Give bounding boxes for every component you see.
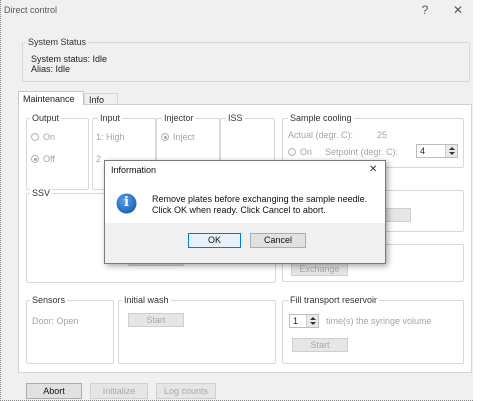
- sensors-title: Sensors: [30, 295, 68, 305]
- close-window-button[interactable]: ✕: [451, 4, 465, 16]
- output-on-label: On: [43, 132, 56, 142]
- arrow-up-icon[interactable]: [449, 147, 455, 150]
- fill-times-spin-buttons[interactable]: [306, 315, 318, 327]
- setpoint-label: Setpoint (degr. C):: [325, 147, 399, 157]
- fill-times-value: 1: [293, 316, 299, 326]
- fill-times-stepper[interactable]: 1: [289, 314, 319, 328]
- arrow-down-icon[interactable]: [310, 322, 316, 325]
- initialize-button[interactable]: Initialize: [90, 383, 148, 399]
- fill-reservoir-start-button[interactable]: Start: [292, 338, 348, 352]
- dialog-message-line2: Click OK when ready. Click Cancel to abo…: [152, 205, 326, 215]
- door-status: Door: Open: [32, 316, 79, 326]
- dialog-title: Information: [111, 165, 157, 175]
- dialog-message-line1: Remove plates before exchanging the samp…: [152, 194, 368, 204]
- actual-temp-label: Actual (degr. C):: [288, 130, 354, 140]
- log-counts-button[interactable]: Log counts: [156, 383, 216, 399]
- output-off-label: Off: [43, 154, 55, 164]
- sample-cooling-title: Sample cooling: [288, 113, 354, 123]
- ssv-title: SSV: [30, 188, 53, 198]
- dialog-button-area: [105, 223, 385, 263]
- dialog-close-button[interactable]: ✕: [369, 164, 377, 175]
- ok-button[interactable]: OK: [188, 233, 241, 248]
- cooling-on-label: On: [300, 147, 313, 157]
- fill-times-label: time(s) the syringe volume: [326, 316, 432, 326]
- sensors-group: [26, 300, 114, 364]
- system-status-text: System status: Idle: [31, 54, 108, 64]
- output-off-radio[interactable]: [31, 155, 39, 163]
- arrow-down-icon[interactable]: [449, 152, 455, 155]
- fill-reservoir-title: Fill transport reservoir: [288, 295, 380, 305]
- exchange-button[interactable]: Exchange: [291, 262, 348, 276]
- tab-info[interactable]: Info: [84, 93, 118, 105]
- abort-button[interactable]: Abort: [26, 383, 82, 399]
- output-on-radio[interactable]: [31, 133, 39, 141]
- information-dialog: Information ✕ i Remove plates before exc…: [104, 160, 386, 264]
- window-title: Direct control: [4, 5, 58, 15]
- setpoint-value: 4: [420, 146, 426, 156]
- cooling-on-radio[interactable]: [288, 148, 296, 156]
- fill-reservoir-group: [282, 300, 464, 364]
- injector-inject-radio[interactable]: [161, 133, 169, 141]
- help-button[interactable]: ?: [418, 4, 432, 16]
- alias-text: Alias: Idle: [31, 64, 71, 74]
- setpoint-stepper[interactable]: 4: [416, 144, 458, 158]
- tab-info-label: Info: [89, 95, 105, 105]
- input-title: Input: [98, 113, 123, 123]
- input-second-label: 2: [96, 154, 102, 164]
- actual-temp-value: 25: [377, 130, 388, 140]
- injector-inject-label: Inject: [173, 132, 195, 142]
- output-group: [26, 118, 89, 190]
- info-icon-glyph: i: [124, 195, 129, 210]
- system-status-title: System Status: [26, 37, 89, 47]
- initial-wash-group: [118, 300, 276, 364]
- initial-wash-start-button[interactable]: Start: [128, 313, 184, 327]
- information-icon: i: [116, 193, 137, 214]
- tab-maintenance[interactable]: Maintenance: [18, 91, 84, 105]
- input-high-label: 1: High: [96, 132, 125, 142]
- setpoint-spin-buttons[interactable]: [445, 145, 457, 157]
- initial-wash-title: Initial wash: [122, 295, 171, 305]
- output-title: Output: [30, 113, 62, 123]
- injector-title: Injector: [162, 113, 196, 123]
- arrow-up-icon[interactable]: [310, 317, 316, 320]
- dialog-titlebar: Information ✕: [105, 161, 385, 179]
- cancel-button[interactable]: Cancel: [250, 233, 306, 248]
- tab-maintenance-label: Maintenance: [23, 94, 75, 104]
- iss-title: ISS: [226, 113, 245, 123]
